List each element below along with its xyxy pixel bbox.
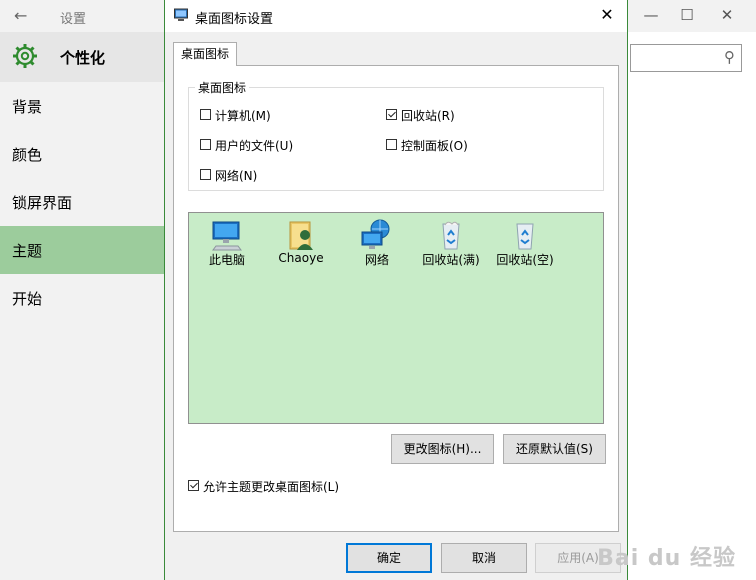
- icon-item-user-folder[interactable]: Chaoye: [266, 218, 336, 265]
- tab-desktop-icons[interactable]: 桌面图标: [173, 42, 237, 66]
- icon-item-this-pc[interactable]: 此电脑: [192, 218, 262, 267]
- baidu-watermark: Bai du 经验: [597, 546, 736, 571]
- checkbox-box[interactable]: [188, 480, 199, 491]
- checkbox-box[interactable]: [386, 109, 397, 120]
- settings-title: 设置: [60, 12, 87, 27]
- sidebar-item-lock-screen[interactable]: 锁屏界面: [0, 178, 164, 226]
- settings-sidebar: 个性化 背景 颜色 锁屏界面 主题 开始: [0, 32, 164, 580]
- icon-item-recycle-bin-empty[interactable]: 回收站(空): [490, 218, 560, 267]
- computer-icon: [212, 221, 242, 251]
- checkbox-box[interactable]: [386, 139, 397, 150]
- minimize-icon[interactable]: —: [636, 6, 666, 24]
- close-icon[interactable]: ✕: [712, 6, 742, 24]
- sidebar-home[interactable]: 个性化: [0, 32, 164, 82]
- dialog-content: 桌面图标 计算机(M) 回收站(R) 用户的文件(U) 控制面板(O) 网络(N…: [164, 0, 628, 580]
- checkbox-box[interactable]: [200, 169, 211, 180]
- checkbox-box[interactable]: [200, 109, 211, 120]
- recycle-bin-full-icon: [442, 221, 460, 250]
- cancel-button[interactable]: 取消: [441, 543, 527, 573]
- icon-item-network[interactable]: 网络: [342, 218, 412, 267]
- restore-default-button[interactable]: 还原默认值(S): [503, 434, 606, 464]
- gear-icon: [13, 44, 37, 68]
- sidebar-item-start[interactable]: 开始: [0, 274, 164, 322]
- sidebar-item-themes[interactable]: 主题: [0, 226, 164, 274]
- user-folder-icon: [289, 221, 313, 250]
- network-icon: [361, 219, 390, 249]
- maximize-icon[interactable]: ☐: [672, 6, 702, 24]
- back-arrow-icon[interactable]: ←: [14, 6, 27, 25]
- group-label: 桌面图标: [195, 79, 250, 96]
- sidebar-item-colors[interactable]: 颜色: [0, 130, 164, 178]
- search-input[interactable]: ⚲: [630, 44, 742, 72]
- search-icon: ⚲: [724, 48, 735, 66]
- sidebar-item-background[interactable]: 背景: [0, 82, 164, 130]
- recycle-bin-empty-icon: [516, 223, 534, 250]
- ok-button[interactable]: 确定: [346, 543, 432, 573]
- checkbox-box[interactable]: [200, 139, 211, 150]
- icon-item-recycle-bin-full[interactable]: 回收站(满): [416, 218, 486, 267]
- sidebar-home-label: 个性化: [60, 49, 106, 67]
- change-icon-button[interactable]: 更改图标(H)...: [391, 434, 494, 464]
